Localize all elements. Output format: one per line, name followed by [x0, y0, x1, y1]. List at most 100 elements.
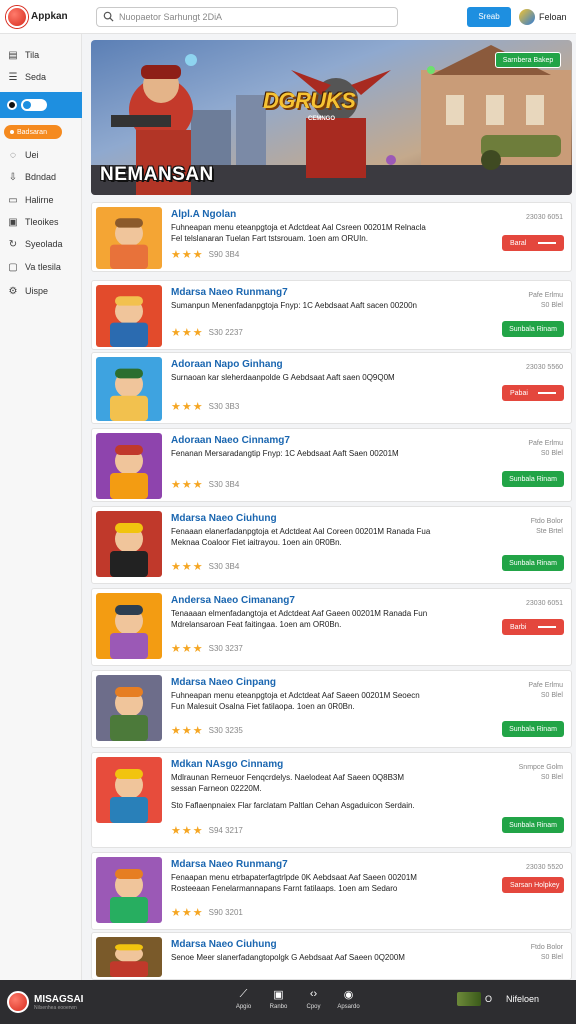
code-icon: ‹› [309, 988, 318, 1000]
progress-bar [538, 242, 556, 244]
sidebar-item-uei[interactable]: ◌ Uei [0, 144, 82, 166]
app-description-text: Sumanpun Menenfadanpgtoja Fnyp: 1C Aebds… [171, 301, 417, 310]
star-icon: ★ [171, 401, 182, 413]
sidebar-item-active-toggle[interactable] [0, 92, 82, 118]
app-card[interactable]: Adoraan Napo Ginhang Surnaoan kar sleherd… [91, 352, 572, 424]
bottom-nav-apsardo[interactable]: ◉ Apsardo [331, 988, 366, 1010]
app-action-button[interactable]: Sunbala Rinam [502, 321, 564, 337]
app-card[interactable]: Mdarsa Naeo Ciuhung Fenaaan elanerfadanpg… [91, 506, 572, 584]
user-menu[interactable]: Feloan [519, 8, 567, 25]
app-title[interactable]: Adoraan Napo Ginhang [171, 359, 283, 370]
app-action-label: Barbi [510, 623, 527, 631]
rating-text: S30 3237 [208, 644, 243, 653]
app-card[interactable]: Mdarsa Naeo Runmang7 Sumanpun Menenfadanp… [91, 280, 572, 350]
search-input[interactable] [119, 11, 389, 22]
app-card[interactable]: Mdarsa Naeo Runmang7 Fenaapan menu etrbap… [91, 852, 572, 930]
star-icon: ★ [181, 479, 193, 491]
featured-banner[interactable]: DGRUKS CEMNGO NEMANSAN Sarnbera Bakep [91, 40, 572, 195]
app-card[interactable]: Mdarsa Naeo Ciuhung Senoe Meer slanerfada… [91, 932, 572, 980]
app-title[interactable]: Mdarsa Naeo Ciuhung [171, 939, 277, 950]
app-title[interactable]: Mdarsa Naeo Ciuhung [171, 513, 277, 524]
app-action-button[interactable]: Barbi [502, 619, 564, 635]
app-action-button[interactable]: Sunbala Rinam [502, 721, 564, 737]
app-thumbnail[interactable] [96, 207, 162, 269]
app-logo[interactable]: Appkan [6, 5, 86, 28]
toggle-icon[interactable] [21, 99, 47, 111]
sidebar-item-tleoikes[interactable]: ▣ Tleoikes [0, 211, 82, 233]
app-thumbnail[interactable] [96, 511, 162, 577]
sidebar-item-seda[interactable]: ☰ Seda [0, 66, 82, 88]
bottom-nav-cpoy[interactable]: ‹› Cpoy [296, 988, 331, 1010]
sidebar-item-halirne[interactable]: ▭ Halirne [0, 189, 82, 211]
app-description: Fenaapan menu etrbapaterfagtrlpde 0K Aeb… [171, 872, 431, 894]
star-icon: ★ [192, 479, 204, 491]
app-title[interactable]: Andersa Naeo Cimanang7 [171, 595, 295, 606]
app-action-button[interactable]: Sunbala Rinam [502, 471, 564, 487]
grid-icon: ▤ [8, 49, 18, 61]
app-title[interactable]: Mdarsa Naeo Cinpang [171, 677, 276, 688]
app-thumbnail[interactable] [96, 757, 162, 823]
app-card[interactable]: Adoraan Naeo Cinnamg7 Fenanan Mersaradang… [91, 428, 572, 502]
app-title[interactable]: Alpl.A Ngolan [171, 209, 236, 220]
game-thumbnail-icon[interactable] [457, 992, 481, 1006]
sidebar-item-va-tlesila[interactable]: ▢ Va tlesila [0, 256, 82, 278]
app-description: Surnaoan kar sleherdaanpolde G Aebdsaat … [171, 372, 431, 383]
app-meta-line: Ste Brtel [536, 528, 563, 535]
header-action-button[interactable]: Sreab [467, 6, 511, 27]
search-icon [103, 11, 114, 22]
app-description: Fenaaan elanerfadanpgtoja et Adctdeat Aa… [171, 526, 431, 548]
app-meta-line: S0 Blel [540, 450, 563, 457]
app-rating: ★ ★ ★ S30 3B4 [171, 560, 239, 573]
refresh-icon: ↻ [8, 238, 18, 250]
bottom-nav-ranbo[interactable]: ▣ Ranbo [261, 988, 296, 1010]
list-icon: ☰ [8, 71, 18, 83]
app-meta-line: 23030 5520 [526, 864, 563, 871]
app-meta: Ftdo Bolor Ste Brtel [531, 517, 563, 537]
progress-bar [538, 392, 556, 394]
app-action-button[interactable]: Pabai [502, 385, 564, 401]
banner-action-button[interactable]: Sarnbera Bakep [495, 52, 561, 68]
app-thumbnail[interactable] [96, 593, 162, 659]
app-card[interactable]: Mdarsa Naeo Cinpang Fuhneapan menu eteanp… [91, 670, 572, 748]
app-card[interactable]: Andersa Naeo Cimanang7 Tenaaaan elmenfada… [91, 588, 572, 666]
bottom-nav-label: Apsardo [337, 1004, 360, 1010]
tv-icon: ▢ [8, 261, 18, 273]
footer-logo-subtitle: Nilsenhea eooerwn [34, 1004, 77, 1011]
sidebar-item-syeolada[interactable]: ↻ Syeolada [0, 233, 82, 255]
app-thumbnail[interactable] [96, 675, 162, 741]
app-title[interactable]: Mdarsa Naeo Runmang7 [171, 859, 288, 870]
star-icon: ★ [192, 825, 204, 837]
search-box[interactable] [96, 6, 398, 27]
sidebar-item-uispe[interactable]: ⚙ Uispe [0, 280, 82, 302]
sidebar-item-label: Va tlesila [25, 262, 61, 272]
sidebar-badge[interactable]: Badsaran [4, 125, 62, 139]
app-card[interactable]: Mdkan NAsgo Cinnamg Mdlraunan Rerneuor Fe… [91, 752, 572, 848]
app-title[interactable]: Mdarsa Naeo Runmang7 [171, 287, 288, 298]
app-action-label: Sunbala Rinam [509, 475, 557, 483]
app-thumbnail[interactable] [96, 285, 162, 347]
app-action-button[interactable]: Sunbala Rinam [502, 555, 564, 571]
app-thumbnail[interactable] [96, 433, 162, 499]
app-card[interactable]: Alpl.A Ngolan Fuhneapan menu eteanpgtoja … [91, 202, 572, 272]
footer-logo[interactable]: MISAGSAI Nilsenhea eooerwn [7, 991, 217, 1013]
footer-logo-badge-icon [7, 991, 29, 1013]
bottom-right-user[interactable]: Nifeloen [506, 994, 539, 1004]
star-icon: ★ [181, 725, 193, 737]
app-meta-line: Pafe Erlmu [528, 292, 563, 299]
bottom-nav-label: Ranbo [269, 1004, 288, 1010]
app-action-button[interactable]: Baral [502, 235, 564, 251]
app-action-button[interactable]: Sunbala Rinam [502, 817, 564, 833]
app-thumbnail[interactable] [96, 857, 162, 923]
app-title[interactable]: Mdkan NAsgo Cinnamg [171, 759, 283, 770]
top-bar: Appkan Sreab Feloan [0, 0, 576, 34]
sidebar-item-tila[interactable]: ▤ Tila [0, 44, 82, 66]
sidebar-item-bdndad[interactable]: ⇩ Bdndad [0, 166, 82, 188]
app-thumbnail[interactable] [96, 937, 162, 977]
bottom-nav-apgio[interactable]: ⟋ Apgio [226, 988, 261, 1010]
star-icon: ★ [192, 907, 204, 919]
app-action-button[interactable]: Sarsan Holpkey [502, 877, 564, 893]
app-title[interactable]: Adoraan Naeo Cinnamg7 [171, 435, 290, 446]
app-thumbnail[interactable] [96, 357, 162, 421]
app-meta-line: S0 Blel [540, 692, 563, 699]
app-rating: ★ ★ ★ S30 2237 [171, 326, 243, 339]
